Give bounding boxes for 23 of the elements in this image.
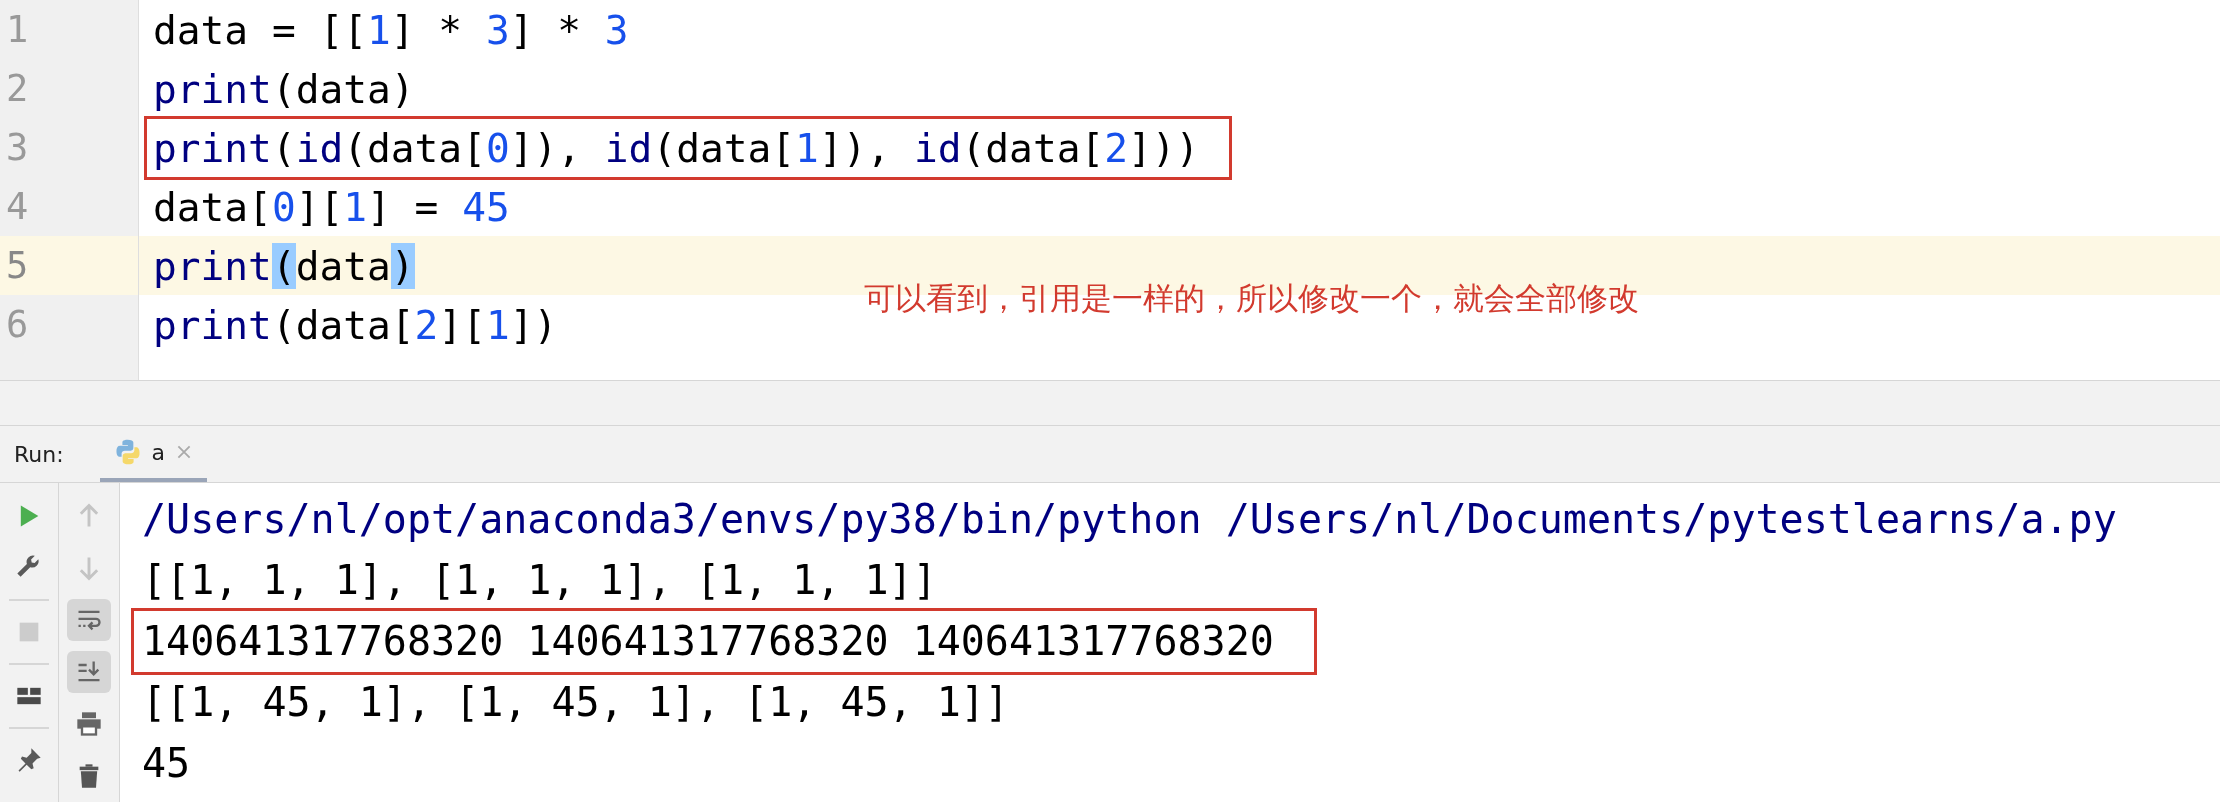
console-line: /Users/nl/opt/anaconda3/envs/py38/bin/python /Users/nl/Documents/pytestlearns/a.py bbox=[141, 495, 2118, 544]
line-number: 2 bbox=[5, 66, 30, 112]
code-line: data = [[1] * 3] * 3 bbox=[152, 5, 630, 55]
console-line: 140641317768320 140641317768320 140641317768320 bbox=[134, 611, 1314, 672]
line-number: 6 bbox=[5, 302, 30, 348]
line-number: 3 bbox=[5, 125, 30, 171]
soft-wrap-icon[interactable] bbox=[67, 599, 111, 641]
code-line: data[0][1] = 45 bbox=[152, 182, 511, 232]
run-label: Run: bbox=[14, 441, 64, 467]
console-line: [[1, 45, 1], [1, 45, 1], [1, 45, 1]] bbox=[141, 678, 1010, 727]
code-line: print(data) bbox=[152, 241, 416, 291]
code-line: print(data) bbox=[152, 64, 416, 114]
code-line: print(data[2][1]) bbox=[152, 300, 559, 350]
line-number: 5 bbox=[0, 236, 138, 295]
scroll-to-end-icon[interactable] bbox=[67, 651, 111, 693]
annotation-text: 可以看到，引用是一样的，所以修改一个，就会全部修改 bbox=[864, 279, 1639, 318]
line-number: 4 bbox=[5, 184, 30, 230]
python-icon bbox=[113, 438, 142, 466]
line-number: 1 bbox=[5, 7, 30, 53]
console-line: [[1, 1, 1], [1, 1, 1], [1, 1, 1]] bbox=[141, 556, 938, 605]
code-editor[interactable]: 1 2 3 4 5 6 data = [[1] * 3] * 3 print(data) print(id(data[0]), id(data[1]), id(data[2])) data[0][1] = 45 print(data) print(data[2][1]) 可以看到，引用是一样的，所以修改一个，就会全部修改 bbox=[0, 0, 2220, 381]
run-tab[interactable]: a bbox=[99, 426, 208, 482]
console-line: 45 bbox=[141, 739, 192, 788]
